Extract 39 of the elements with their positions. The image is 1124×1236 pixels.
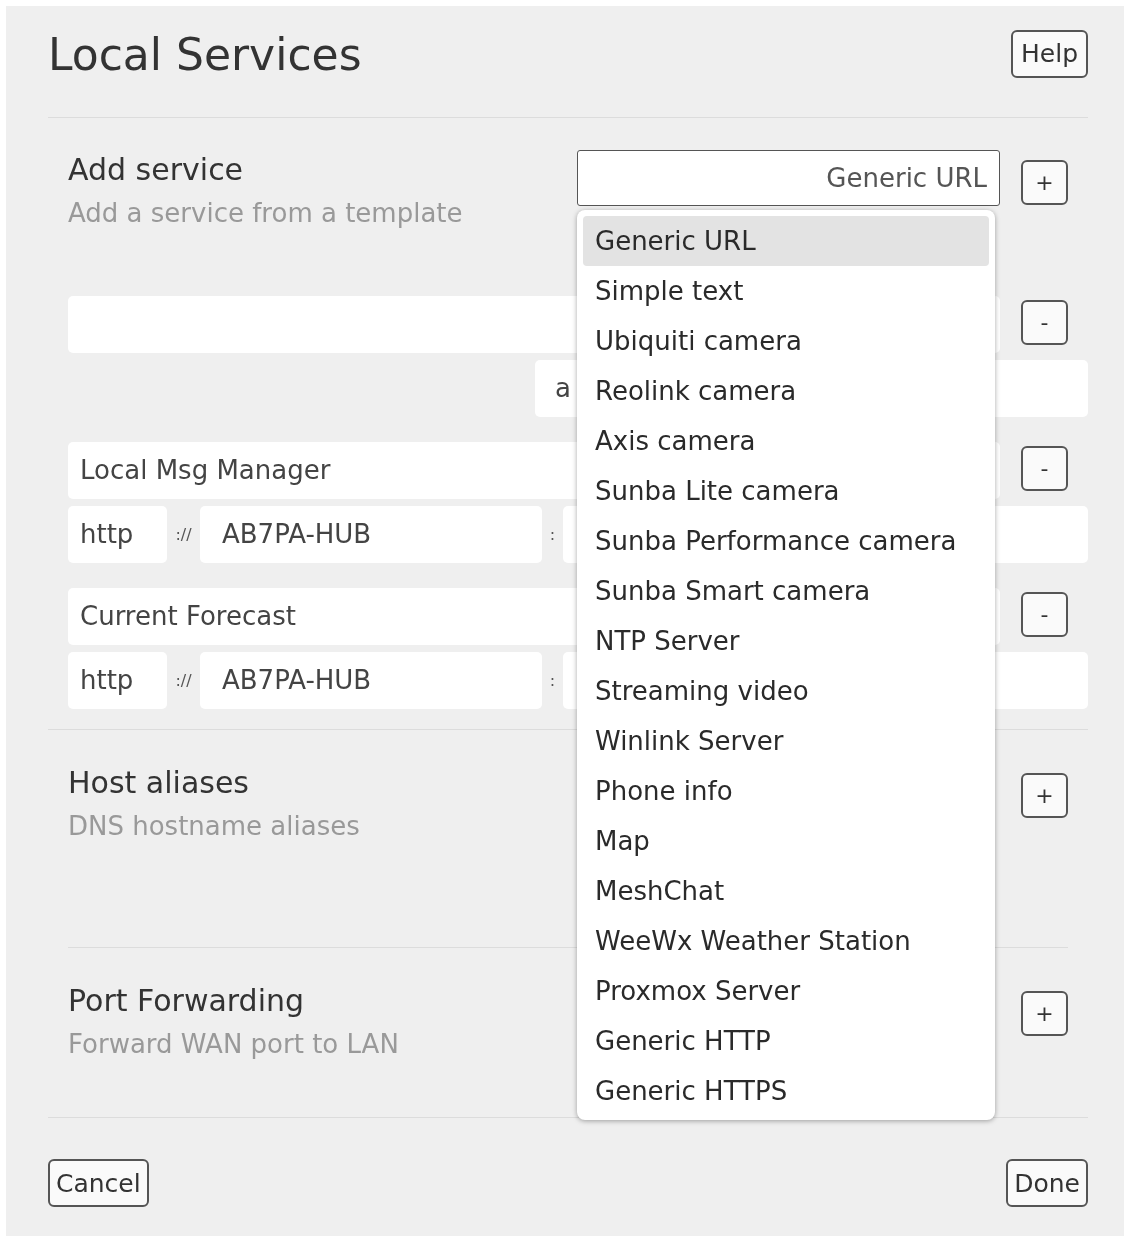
add-button[interactable]: + xyxy=(1021,160,1068,205)
section-subtitle: Forward WAN port to LAN xyxy=(68,1028,399,1061)
section-heading: Host aliases xyxy=(68,764,249,802)
dropdown-option[interactable]: Streaming video xyxy=(583,666,989,716)
remove-button[interactable]: - xyxy=(1021,446,1068,491)
dropdown-option[interactable]: Winlink Server xyxy=(583,716,989,766)
scheme-field[interactable]: http xyxy=(68,652,167,709)
dropdown-option[interactable]: Map xyxy=(583,816,989,866)
cancel-button[interactable]: Cancel xyxy=(48,1159,149,1207)
url-separator: :// xyxy=(174,671,193,690)
dropdown-option[interactable]: Reolink camera xyxy=(583,366,989,416)
url-separator: :// xyxy=(174,525,193,544)
dropdown-option[interactable]: Generic URL xyxy=(583,216,989,266)
dropdown-option[interactable]: Proxmox Server xyxy=(583,966,989,1016)
template-dropdown[interactable]: Generic URL xyxy=(577,150,1000,206)
section-heading: Port Forwarding xyxy=(68,982,305,1020)
host-field[interactable]: AB7PA-HUB xyxy=(200,506,542,563)
port-separator: : xyxy=(548,671,557,690)
host-field[interactable]: AB7PA-HUB xyxy=(200,652,542,709)
dropdown-option[interactable]: Sunba Performance camera xyxy=(583,516,989,566)
remove-button[interactable]: - xyxy=(1021,300,1068,345)
help-button[interactable]: Help xyxy=(1011,29,1088,78)
scheme-field[interactable]: http xyxy=(68,506,167,563)
add-button[interactable]: + xyxy=(1021,991,1068,1036)
dropdown-option[interactable]: Ubiquiti camera xyxy=(583,316,989,366)
add-button[interactable]: + xyxy=(1021,773,1068,818)
dropdown-option[interactable]: MeshChat xyxy=(583,866,989,916)
port-separator: : xyxy=(548,525,557,544)
dropdown-option[interactable]: WeeWx Weather Station xyxy=(583,916,989,966)
remove-button[interactable]: - xyxy=(1021,592,1068,637)
dropdown-option[interactable]: Phone info xyxy=(583,766,989,816)
section-heading: Add service xyxy=(68,151,244,189)
dropdown-option[interactable]: Simple text xyxy=(583,266,989,316)
dialog-title: Local Services xyxy=(48,29,362,80)
dropdown-option[interactable]: Generic HTTPS xyxy=(583,1066,989,1116)
section-subtitle: Add a service from a template xyxy=(68,197,463,230)
section-subtitle: DNS hostname aliases xyxy=(68,810,360,843)
dropdown-option[interactable]: Generic HTTP xyxy=(583,1016,989,1066)
done-button[interactable]: Done xyxy=(1006,1159,1088,1207)
